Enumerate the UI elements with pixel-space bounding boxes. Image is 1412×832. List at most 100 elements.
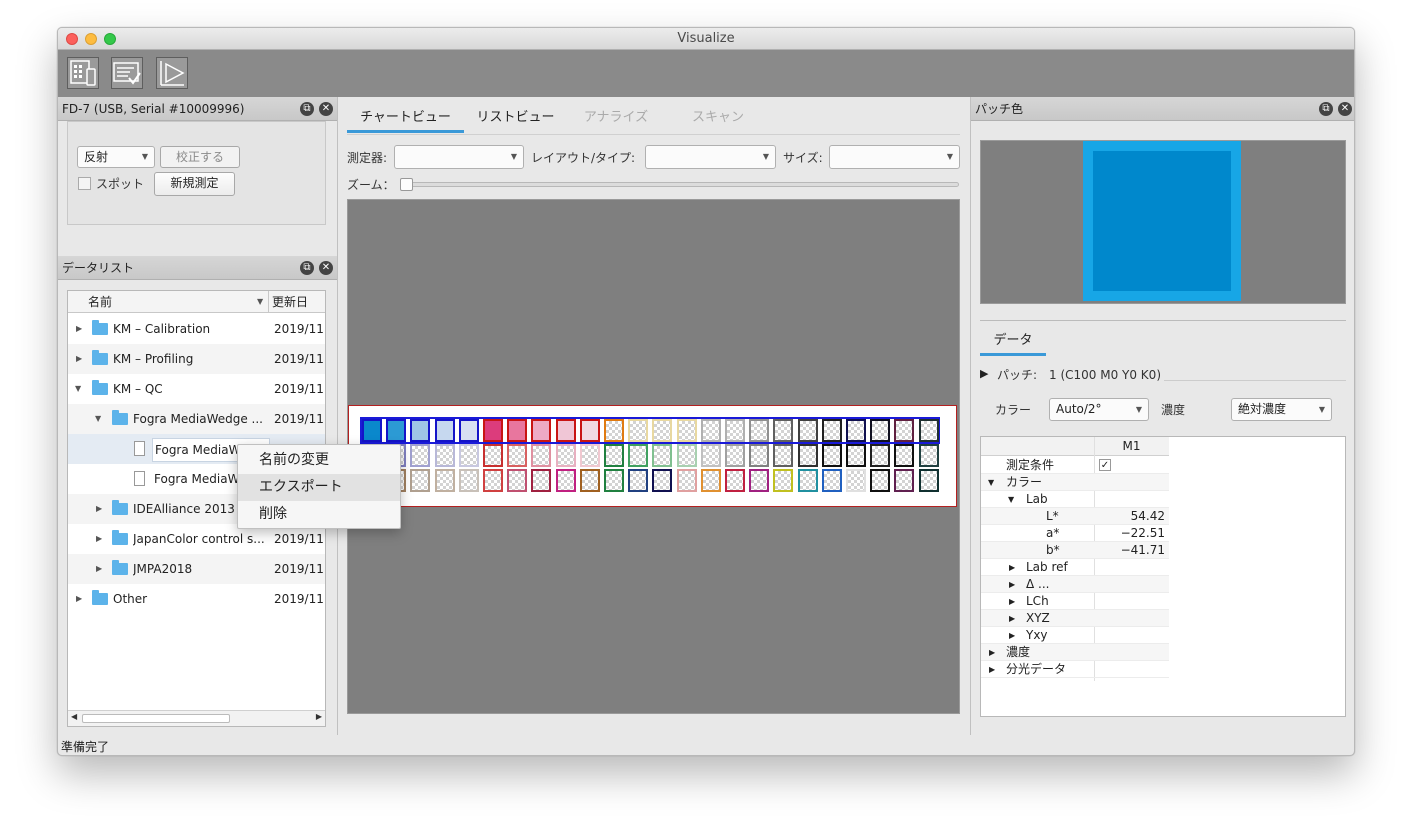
new-measure-button[interactable]: 新規測定 (154, 172, 235, 196)
color-patch[interactable] (725, 469, 745, 492)
color-patch[interactable] (676, 444, 697, 467)
color-patch[interactable] (676, 469, 697, 492)
close-panel-icon[interactable]: ✕ (319, 261, 333, 275)
checklist-icon[interactable] (111, 57, 143, 89)
chart-play-icon[interactable] (156, 57, 188, 89)
color-patch[interactable] (458, 419, 479, 442)
zoom-slider-thumb[interactable] (400, 178, 413, 191)
tab-chart-view[interactable]: チャートビュー (347, 105, 464, 133)
expand-arrow-icon[interactable]: ▶ (989, 644, 995, 661)
collapse-arrow-icon[interactable]: ▼ (988, 474, 994, 491)
tree-row[interactable]: ▶ Other 2019/11 (68, 584, 325, 614)
tree-row[interactable]: ▼ Fogra MediaWedge ... 2019/11 (68, 404, 325, 434)
color-patch[interactable] (507, 419, 528, 442)
color-patch[interactable] (483, 419, 503, 442)
color-patch[interactable] (918, 469, 939, 492)
expand-arrow-icon[interactable]: ▶ (1009, 627, 1015, 644)
color-patch[interactable] (652, 469, 673, 492)
expand-arrow-icon[interactable]: ▶ (96, 554, 102, 584)
close-panel-icon[interactable]: ✕ (319, 102, 333, 116)
color-patch[interactable] (870, 419, 891, 442)
color-patch[interactable] (628, 419, 649, 442)
color-patch[interactable] (628, 469, 649, 492)
color-patch[interactable] (652, 419, 673, 442)
instrument-select[interactable]: ▼ (394, 145, 524, 169)
tab-data[interactable]: データ (980, 328, 1046, 356)
color-patch[interactable] (870, 444, 891, 467)
table-row[interactable]: ▼ カラー (981, 474, 1169, 491)
density-select[interactable]: 絶対濃度 ▼ (1231, 398, 1332, 421)
color-patch[interactable] (483, 469, 503, 492)
tab-scan[interactable]: スキャン (681, 105, 755, 133)
expand-arrow-icon[interactable]: ▶ (989, 661, 995, 678)
detach-panel-icon[interactable]: ⧉ (300, 261, 314, 275)
minimize-window-button[interactable] (85, 33, 97, 45)
color-patch[interactable] (458, 469, 479, 492)
expand-arrow-icon[interactable]: ▶ (1009, 610, 1015, 627)
layout-select[interactable]: ▼ (645, 145, 776, 169)
expand-arrow-icon[interactable]: ▶ (76, 314, 82, 344)
color-patch[interactable] (846, 469, 866, 492)
zoom-slider[interactable] (403, 182, 959, 187)
color-patch[interactable] (894, 444, 915, 467)
color-patch[interactable] (821, 469, 842, 492)
color-patch[interactable] (531, 469, 552, 492)
color-patch[interactable] (749, 469, 770, 492)
color-condition-select[interactable]: Auto/2° ▼ (1049, 398, 1149, 421)
color-patch[interactable] (604, 444, 624, 467)
color-patch[interactable] (821, 419, 842, 442)
color-patch[interactable] (676, 419, 697, 442)
color-patch[interactable] (579, 469, 600, 492)
table-row[interactable]: ▶ LCh (981, 593, 1169, 610)
color-patch[interactable] (700, 469, 721, 492)
color-patch[interactable] (555, 444, 576, 467)
scroll-right-icon[interactable]: ▶ (316, 712, 322, 721)
expand-arrow-icon[interactable]: ▶ (1009, 559, 1015, 576)
table-row[interactable]: ▶ Δ ... (981, 576, 1169, 593)
expand-arrow-icon[interactable]: ▶ (96, 524, 102, 554)
right-splitter[interactable] (970, 97, 971, 735)
color-patch[interactable] (531, 444, 552, 467)
color-patch[interactable] (821, 444, 842, 467)
color-patch[interactable] (846, 444, 866, 467)
color-patch[interactable] (894, 469, 915, 492)
calibrate-button[interactable]: 校正する (160, 146, 240, 168)
collapse-arrow-icon[interactable]: ▼ (75, 374, 81, 404)
tree-row[interactable]: ▼ KM – QC 2019/11 (68, 374, 325, 404)
color-patch[interactable] (652, 444, 673, 467)
horizontal-scrollbar[interactable]: ◀ ▶ (68, 710, 325, 726)
color-patch[interactable] (894, 419, 915, 442)
color-patch[interactable] (700, 444, 721, 467)
table-row[interactable]: ▶ XYZ (981, 610, 1169, 627)
color-patch[interactable] (507, 444, 528, 467)
menu-item-rename[interactable]: 名前の変更 (238, 447, 400, 474)
color-patch[interactable] (410, 469, 431, 492)
column-date-header[interactable]: 更新日 (272, 291, 308, 313)
color-patch[interactable] (483, 444, 503, 467)
color-patch[interactable] (918, 444, 939, 467)
color-patch[interactable] (725, 419, 745, 442)
color-patch[interactable] (846, 419, 866, 442)
color-patch[interactable] (507, 469, 528, 492)
expand-arrow-icon[interactable]: ▶ (96, 494, 102, 524)
color-patch[interactable] (797, 419, 818, 442)
scroll-left-icon[interactable]: ◀ (71, 712, 77, 721)
color-patch[interactable] (773, 419, 794, 442)
menu-item-export[interactable]: エクスポート (238, 474, 400, 501)
collapse-arrow-icon[interactable]: ▼ (95, 404, 101, 434)
color-patch[interactable] (797, 469, 818, 492)
color-patch[interactable] (918, 419, 939, 442)
table-row[interactable]: ▶ 濃度 (981, 644, 1169, 661)
expand-arrow-icon[interactable]: ▶ (1009, 576, 1015, 593)
color-patch[interactable] (604, 469, 624, 492)
spot-checkbox[interactable] (78, 177, 91, 190)
expand-arrow-icon[interactable]: ▶ (1009, 593, 1015, 610)
table-row[interactable]: ▼ Lab (981, 491, 1169, 508)
table-row[interactable]: ▶ 分光データ (981, 661, 1169, 678)
color-patch[interactable] (773, 469, 794, 492)
expand-arrow-icon[interactable]: ▶ (76, 344, 82, 374)
table-row[interactable]: ▶ Lab ref (981, 559, 1169, 576)
table-row[interactable]: ▶ Yxy (981, 627, 1169, 644)
color-patch[interactable] (434, 469, 455, 492)
color-patch[interactable] (434, 444, 455, 467)
